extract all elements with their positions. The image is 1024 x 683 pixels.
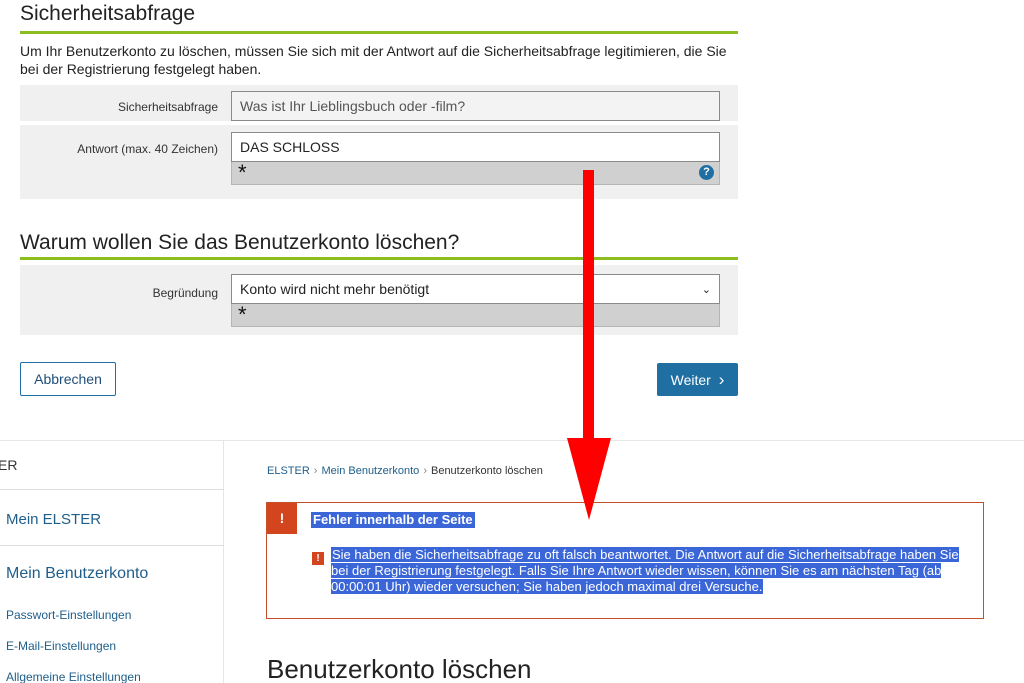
- section-divider: [20, 31, 738, 34]
- sidebar-brand[interactable]: ER: [0, 457, 17, 473]
- breadcrumb-separator: ›: [423, 465, 427, 477]
- breadcrumb-link-elster[interactable]: ELSTER: [267, 465, 310, 477]
- question-row: Sicherheitsabfrage Was ist Ihr Lieblings…: [20, 85, 738, 125]
- breadcrumb: ELSTER › Mein Benutzerkonto › Benutzerkonto …: [267, 465, 543, 477]
- answer-row: Antwort (max. 40 Zeichen) DAS SCHLOSS * …: [20, 125, 738, 195]
- sidebar-item-email[interactable]: E-Mail-Einstellungen: [6, 639, 116, 653]
- section-title-security: Sicherheitsabfrage: [20, 2, 196, 25]
- sidebar: ER Mein ELSTER Mein Benutzerkonto Passwo…: [0, 441, 224, 683]
- sidebar-divider: [0, 489, 224, 490]
- breadcrumb-separator: ›: [313, 465, 318, 477]
- section-divider: [20, 257, 738, 260]
- reason-form: Begründung Konto wird nicht mehr benötig…: [20, 265, 738, 335]
- required-star-icon: *: [238, 160, 247, 185]
- error-message-text: Sie haben die Sicherheitsabfrage zu oft …: [331, 547, 959, 594]
- security-section: Sicherheitsabfrage Um Ihr Benutzerkonto …: [20, 0, 738, 335]
- security-intro-text: Um Ihr Benutzerkonto zu löschen, müssen …: [20, 43, 727, 77]
- reason-hint-bar: *: [231, 302, 720, 327]
- error-title: Fehler innerhalb der Seite: [311, 512, 475, 528]
- answer-input[interactable]: DAS SCHLOSS: [231, 132, 720, 162]
- cancel-button[interactable]: Abbrechen: [20, 362, 116, 396]
- question-label: Sicherheitsabfrage: [117, 100, 218, 114]
- sidebar-divider: [0, 545, 224, 546]
- help-icon[interactable]: ?: [699, 165, 714, 180]
- error-badge-icon: !: [267, 503, 297, 534]
- required-star-icon: *: [238, 302, 247, 327]
- security-question-field: Was ist Ihr Lieblingsbuch oder -film?: [231, 91, 720, 121]
- security-form: Sicherheitsabfrage Was ist Ihr Lieblings…: [20, 85, 738, 199]
- chevron-down-icon: ⌄: [701, 284, 711, 296]
- annotation-arrow-head-icon: [567, 438, 611, 520]
- answer-label: Antwort (max. 40 Zeichen): [77, 142, 218, 156]
- next-button-label: Weiter: [670, 372, 711, 388]
- reason-label: Begründung: [152, 286, 218, 300]
- reason-select[interactable]: Konto wird nicht mehr benötigt ⌄: [231, 274, 720, 304]
- breadcrumb-current: Benutzerkonto löschen: [430, 465, 543, 477]
- sidebar-item-mein-elster[interactable]: Mein ELSTER: [6, 511, 101, 528]
- annotation-arrow-shaft: [583, 170, 594, 442]
- breadcrumb-link-benutzerkonto[interactable]: Mein Benutzerkonto: [321, 465, 419, 477]
- reason-select-value: Konto wird nicht mehr benötigt: [240, 281, 430, 297]
- sidebar-item-allgemein[interactable]: Allgemeine Einstellungen: [6, 670, 141, 683]
- error-message: Sie haben die Sicherheitsabfrage zu oft …: [331, 547, 971, 595]
- sidebar-item-passwort[interactable]: Passwort-Einstellungen: [6, 608, 131, 622]
- reason-row: Begründung Konto wird nicht mehr benötig…: [20, 265, 738, 335]
- next-button[interactable]: Weiter ›: [657, 363, 738, 396]
- error-item-icon: !: [312, 552, 324, 565]
- page-title: Benutzerkonto löschen: [267, 654, 532, 683]
- chevron-right-icon: ›: [718, 370, 725, 389]
- sidebar-item-mein-benutzerkonto[interactable]: Mein Benutzerkonto: [6, 565, 148, 583]
- section-title-reason: Warum wollen Sie das Benutzerkonto lösch…: [20, 231, 460, 254]
- error-box: ! Fehler innerhalb der Seite ! Sie haben…: [266, 502, 984, 619]
- answer-hint-bar: * ?: [231, 160, 720, 185]
